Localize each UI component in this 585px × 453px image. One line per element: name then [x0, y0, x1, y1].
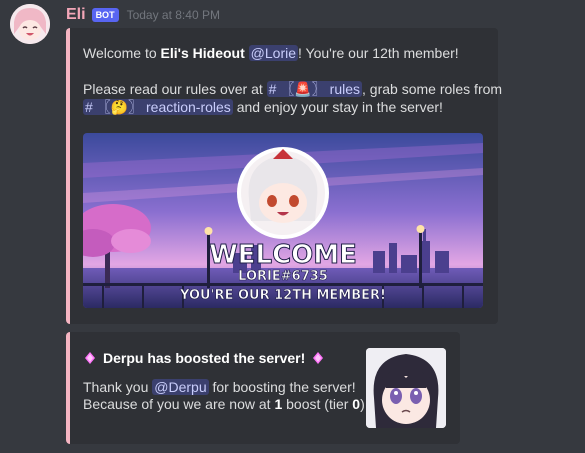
banner-art: WELCOME LORIE#6735 YOU'RE OUR 12TH MEMBE…: [83, 133, 483, 308]
user-mention-lorie[interactable]: @Lorie: [248, 45, 299, 61]
message-header: Eli BOT Today at 8:40 PM: [66, 6, 220, 24]
welcome-line-2: Please read our rules over at # 〖🚨〗 rule…: [83, 80, 502, 98]
timestamp: Today at 8:40 PM: [126, 8, 220, 22]
thanks-text: Thank you: [83, 379, 153, 395]
welcome-line-3: # 〖🤔〗 reaction-roles and enjoy your stay…: [83, 98, 443, 116]
member-count-text: ! You're our 12th member!: [298, 45, 459, 61]
boost-title-text: Derpu has boosted the server!: [103, 350, 306, 366]
thumbnail-art: [366, 348, 446, 428]
bot-avatar[interactable]: [10, 4, 50, 44]
boost-line-1: Thank you @Derpu for boosting the server…: [83, 379, 369, 396]
boost-thumbnail[interactable]: [366, 348, 446, 428]
bot-tag: BOT: [91, 8, 119, 22]
banner-username-text: LORIE#6735: [238, 269, 328, 284]
boost-description: Thank you @Derpu for boosting the server…: [83, 379, 369, 413]
welcome-banner-image[interactable]: WELCOME LORIE#6735 YOU'RE OUR 12TH MEMBE…: [83, 133, 483, 308]
enjoy-text: and enjoy your stay in the server!: [232, 99, 443, 115]
roles-channel-link[interactable]: # 〖🤔〗 reaction-roles: [83, 99, 233, 115]
avatar-image: [10, 4, 50, 44]
boost-title: Derpu has boosted the server!: [83, 350, 325, 366]
welcome-text: Welcome to: [83, 45, 161, 61]
roles-prompt-text: , grab some roles from: [362, 81, 503, 97]
boost-tier: 0: [352, 396, 361, 412]
welcome-line-1: Welcome to Eli's Hideout @Lorie! You're …: [83, 44, 459, 62]
username[interactable]: Eli: [66, 6, 86, 24]
welcome-embed: Welcome to Eli's Hideout @Lorie! You're …: [66, 28, 502, 324]
rules-channel-link[interactable]: # 〖🚨〗 rules: [266, 81, 362, 97]
rules-prompt-text: Please read our rules over at: [83, 81, 267, 97]
user-mention-derpu[interactable]: @Derpu: [152, 379, 209, 395]
boost-gem-icon: [85, 352, 95, 364]
boosting-text: for boosting the server!: [208, 379, 356, 395]
boost-gem-icon: [313, 352, 324, 364]
tier-prefix: boost (tier: [282, 396, 353, 412]
boost-count-prefix: Because of you we are now at: [83, 396, 275, 412]
boost-embed: Derpu has boosted the server! Thank you …: [66, 332, 460, 444]
server-name: Eli's Hideout: [160, 45, 245, 61]
boost-line-2: Because of you we are now at 1 boost (ti…: [83, 396, 369, 413]
banner-welcome-text: WELCOME: [209, 240, 357, 270]
banner-member-text: YOU'RE OUR 12TH MEMBER!: [179, 288, 386, 303]
